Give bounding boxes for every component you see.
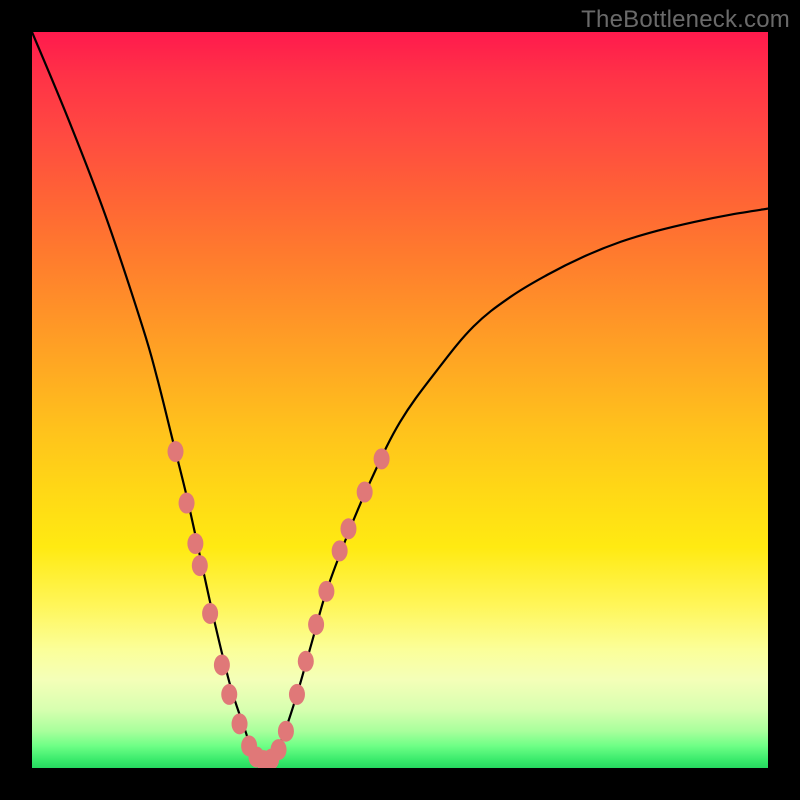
curve-layer (32, 32, 768, 768)
curve-marker (202, 603, 218, 624)
curve-marker (289, 684, 305, 705)
watermark-text: TheBottleneck.com (581, 6, 790, 34)
plot-area (32, 32, 768, 768)
curve-marker (187, 533, 203, 554)
curve-marker (332, 540, 348, 561)
curve-marker (318, 581, 334, 602)
curve-marker (232, 713, 248, 734)
bottleneck-curve (32, 32, 768, 762)
curve-marker (374, 448, 390, 469)
curve-marker (308, 614, 324, 635)
curve-markers (168, 441, 390, 768)
curve-marker (179, 493, 195, 514)
curve-marker (214, 654, 230, 675)
curve-marker (271, 739, 287, 760)
curve-marker (298, 651, 314, 672)
chart-frame: TheBottleneck.com (0, 0, 800, 800)
curve-marker (221, 684, 237, 705)
curve-marker (340, 518, 356, 539)
curve-marker (278, 721, 294, 742)
curve-marker (168, 441, 184, 462)
curve-marker (357, 482, 373, 503)
curve-marker (192, 555, 208, 576)
